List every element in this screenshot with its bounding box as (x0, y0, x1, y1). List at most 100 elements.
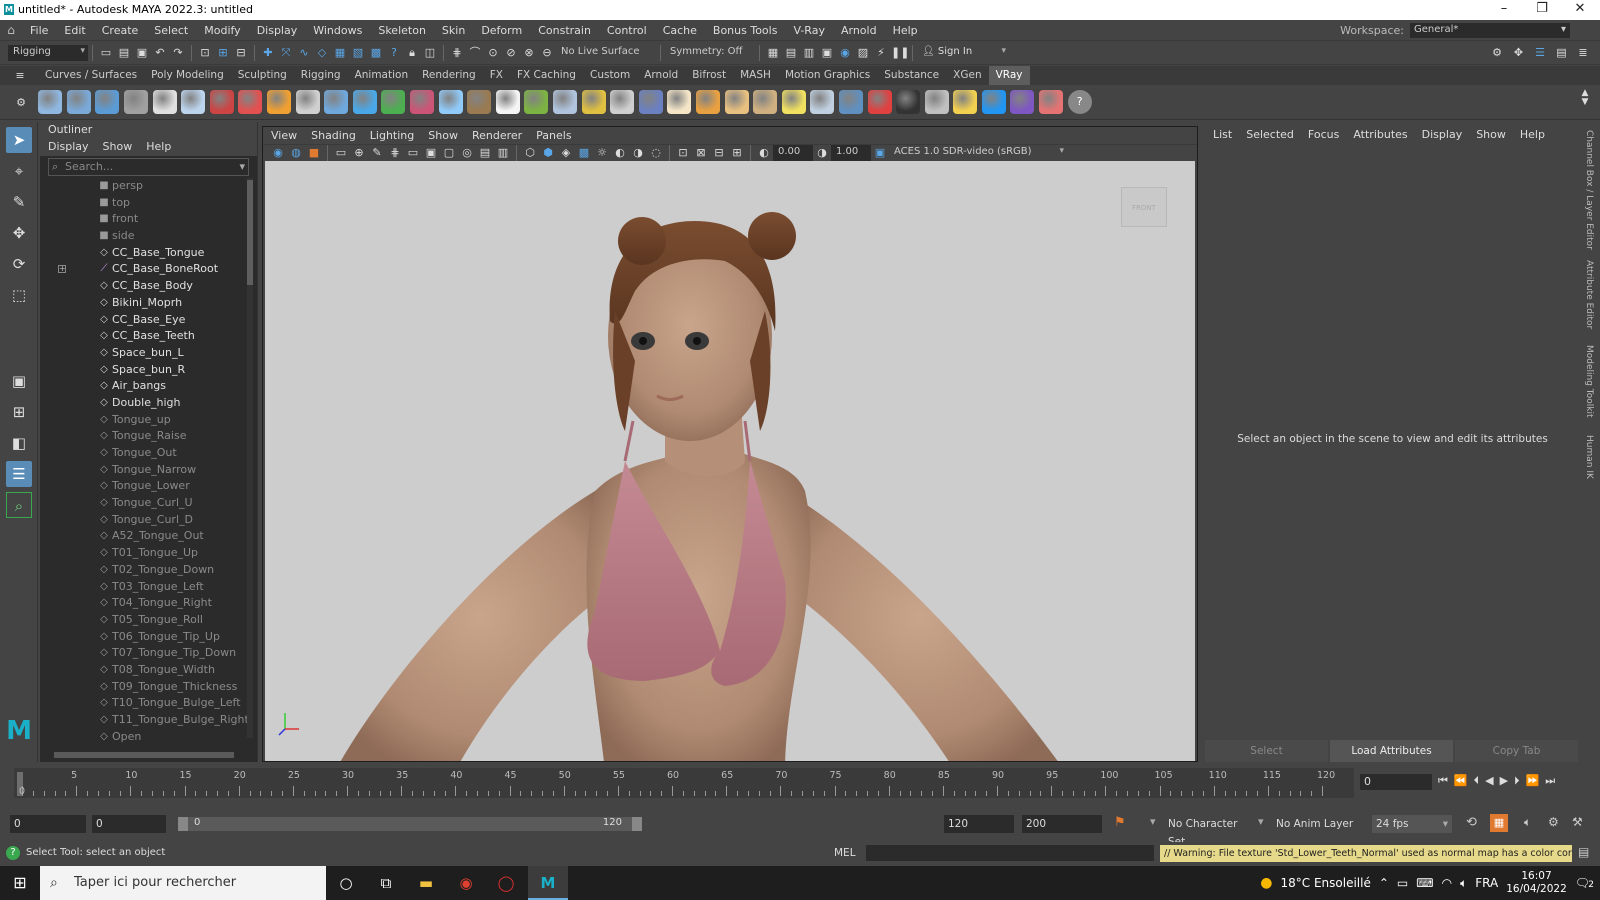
shelf-tab-curves-surfaces[interactable]: Curves / Surfaces (38, 66, 144, 85)
weather-text[interactable]: 18°C Ensoleillé (1280, 876, 1370, 890)
outliner-item[interactable]: ◇ Tongue_Curl_D (40, 512, 257, 529)
outliner-item[interactable]: ◇ Tongue_Raise (40, 428, 257, 445)
select-by-handle-icon[interactable]: ✚ (260, 45, 276, 61)
fps-dropdown[interactable]: 24 fps ▾ (1372, 815, 1452, 833)
maximize-icon[interactable]: ❐ (1522, 0, 1562, 20)
menu-edit[interactable]: Edit (56, 20, 93, 41)
render-current-frame-icon[interactable]: ▦ (765, 45, 781, 61)
menu-control[interactable]: Control (599, 20, 655, 41)
outliner-item[interactable]: ◇ CC_Base_Body (40, 278, 257, 295)
shelf-options-icon[interactable]: ⚙ (13, 95, 29, 111)
scroll-thumb[interactable] (247, 180, 253, 285)
shelf-tab-bifrost[interactable]: Bifrost (685, 66, 733, 85)
snap-grid-icon[interactable]: ⋕ (449, 45, 465, 61)
menu-set-dropdown[interactable]: Rigging ▾ (8, 45, 88, 61)
shelf-tool-icon[interactable] (838, 90, 863, 114)
shelf-tab-xgen[interactable]: XGen (946, 66, 988, 85)
render-settings-icon[interactable]: ▣ (819, 45, 835, 61)
open-scene-icon[interactable]: ▤ (116, 45, 132, 61)
wifi-icon[interactable]: ◠ (1442, 876, 1452, 890)
viewport-menu-view[interactable]: View (271, 127, 297, 144)
shelf-tool-icon[interactable] (896, 90, 921, 114)
outliner-item[interactable]: ■ persp (40, 178, 257, 195)
two-pane-layout-icon[interactable]: ◧ (6, 430, 32, 456)
hypershade-icon[interactable]: ◉ (837, 45, 853, 61)
select-by-curve-icon[interactable]: ∿ (296, 45, 312, 61)
snap-point-icon[interactable]: ⊙ (485, 45, 501, 61)
minimize-icon[interactable]: – (1484, 0, 1524, 20)
select-tool-icon[interactable]: ➤ (6, 127, 32, 153)
anim-layer-dropdown[interactable]: No Anim Layer (1272, 815, 1358, 833)
shelf-tool-icon[interactable] (267, 90, 292, 114)
shelf-tool-icon[interactable] (1010, 90, 1035, 114)
bookmarks-icon[interactable]: ■ (306, 145, 322, 161)
shelf-tool-icon[interactable] (781, 90, 806, 114)
outliner-item[interactable]: ◇ T01_Tongue_Up (40, 545, 257, 562)
ipr-render-icon[interactable]: ▥ (801, 45, 817, 61)
shelf-tool-icon[interactable] (610, 90, 635, 114)
go-to-start-icon[interactable]: ⏮ (1438, 774, 1448, 788)
textured-icon[interactable]: ▩ (576, 145, 592, 161)
opera-icon[interactable]: ◯ (486, 866, 526, 900)
keyboard-icon[interactable]: ⌨ (1416, 876, 1433, 890)
outliner-item[interactable]: ◇ Tongue_up (40, 412, 257, 429)
attribute-menu-attributes[interactable]: Attributes (1353, 126, 1407, 143)
outliner-item[interactable]: ◇ T02_Tongue_Down (40, 562, 257, 579)
volume-icon[interactable]: 🔈︎ (1460, 876, 1467, 891)
shelf-tab-mash[interactable]: MASH (733, 66, 778, 85)
play-backwards-icon[interactable]: ◀ (1485, 774, 1493, 788)
shelf-tool-icon[interactable] (638, 90, 663, 114)
playback-start-field[interactable]: 0 (92, 815, 166, 833)
select-component-icon[interactable]: ⊟ (233, 45, 249, 61)
shelf-tab-fx-caching[interactable]: FX Caching (510, 66, 583, 85)
select-object-icon[interactable]: ⊞ (215, 45, 231, 61)
safe-action-icon[interactable]: ▤ (477, 145, 493, 161)
playback-end-field[interactable]: 120 (944, 815, 1014, 833)
shelf-tool-icon[interactable] (867, 90, 892, 114)
menu-skin[interactable]: Skin (434, 20, 473, 41)
shelf-tool-icon[interactable] (981, 90, 1006, 114)
gamma-icon[interactable]: ◑ (814, 145, 830, 161)
field-chart-icon[interactable]: ◎ (459, 145, 475, 161)
image-plane-icon[interactable]: ▭ (333, 145, 349, 161)
outliner-item[interactable]: ◇ Space_bun_L (40, 345, 257, 362)
select-hierarchy-icon[interactable]: ⊡ (197, 45, 213, 61)
attribute-editor-toggle-icon[interactable]: ☰ (1532, 45, 1548, 61)
shelf-scroll-icon[interactable]: ▲ ▼ (1577, 89, 1593, 107)
mel-label[interactable]: MEL (834, 842, 856, 864)
outliner-item[interactable]: ■ top (40, 195, 257, 212)
isolate-select-icon[interactable]: ⊡ (675, 145, 691, 161)
outliner-item[interactable]: ◇ Bikini_Moprh (40, 295, 257, 312)
menu-modify[interactable]: Modify (196, 20, 248, 41)
walk-icon[interactable]: ⚒ (1572, 815, 1583, 829)
menu-select[interactable]: Select (146, 20, 196, 41)
play-forwards-icon[interactable]: ▶ (1500, 774, 1508, 788)
step-back-key-icon[interactable]: ⏴ (1474, 774, 1480, 788)
menu-skeleton[interactable]: Skeleton (370, 20, 434, 41)
snap-projected-icon[interactable]: ⊘ (503, 45, 519, 61)
outliner-item[interactable]: ◇ Open (40, 729, 257, 746)
outliner-item[interactable]: ■ front (40, 211, 257, 228)
viewport-menu-show[interactable]: Show (428, 127, 458, 144)
select-by-misc-icon[interactable]: ? (386, 45, 402, 61)
character-controls-toggle-icon[interactable]: ✥ (1511, 45, 1527, 61)
menu-create[interactable]: Create (94, 20, 147, 41)
attribute-menu-show[interactable]: Show (1476, 126, 1506, 143)
undo-icon[interactable]: ↶ (152, 45, 168, 61)
side-tab-attribute-editor[interactable]: Attribute Editor (1584, 260, 1594, 329)
menu-bonus-tools[interactable]: Bonus Tools (705, 20, 786, 41)
menu-deform[interactable]: Deform (473, 20, 530, 41)
grease-pencil-icon[interactable]: ✎ (369, 145, 385, 161)
snap-curve-icon[interactable]: ⌒ (467, 45, 483, 61)
outliner-item[interactable]: ◇ Space_bun_R (40, 362, 257, 379)
outliner-item[interactable]: ◇ Double_high (40, 395, 257, 412)
range-start-handle[interactable] (178, 817, 188, 831)
scene-end-field[interactable]: 200 (1022, 815, 1102, 833)
shelf-tool-icon[interactable] (95, 90, 120, 114)
outliner-item[interactable]: ◇ Air_bangs (40, 378, 257, 395)
live-surface-field[interactable]: No Live Surface (556, 45, 656, 61)
shelf-tool-icon[interactable] (438, 90, 463, 114)
shelf-tool-icon[interactable] (152, 90, 177, 114)
character-set-dropdown[interactable]: No Character Set (1164, 815, 1256, 848)
outliner-item[interactable]: ◇ T07_Tongue_Tip_Down (40, 645, 257, 662)
